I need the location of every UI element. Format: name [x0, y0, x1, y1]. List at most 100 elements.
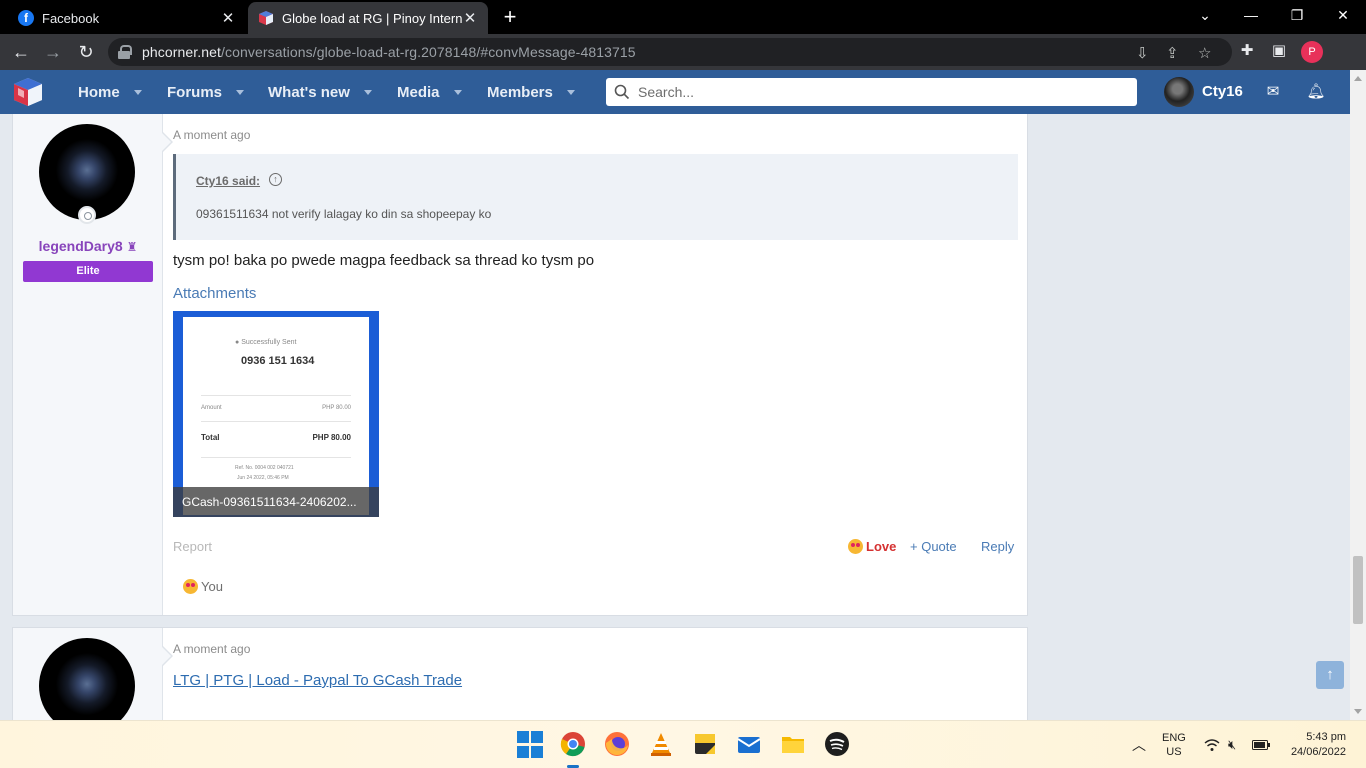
receipt-image: ● Successfully Sent 0936 151 1634 Amount…: [183, 317, 369, 515]
lock-icon[interactable]: [118, 45, 132, 59]
reload-icon[interactable]: ↻: [73, 40, 99, 64]
chevron-down-icon[interactable]: [236, 89, 245, 95]
message-arrow: [162, 132, 173, 152]
windows-start-icon[interactable]: [517, 731, 545, 759]
chrome-icon[interactable]: [560, 731, 588, 759]
browser-tab-strip: f Facebook ✕ Globe load at RG | Pinoy In…: [0, 0, 1366, 34]
scroll-to-top-button[interactable]: ↑: [1316, 661, 1344, 689]
scroll-down-icon[interactable]: [1354, 709, 1362, 714]
message-time[interactable]: A moment ago: [173, 128, 250, 142]
sticky-notes-icon[interactable]: [692, 731, 720, 759]
close-window-button[interactable]: ✕: [1320, 0, 1366, 30]
back-icon[interactable]: ←: [8, 40, 34, 64]
taskbar: ︿ ENG US 🔇︎ 5:43 pm 24/06/2022: [0, 720, 1366, 768]
tab-title: Globe load at RG | Pinoy Internet: [282, 10, 462, 26]
message-user-cell: legendDary8 ♜ Elite: [13, 114, 163, 615]
message-body: tysm po! baka po pwede magpa feedback sa…: [173, 252, 595, 269]
chevron-down-icon[interactable]: [133, 89, 142, 95]
close-tab-icon[interactable]: ✕: [220, 9, 236, 27]
search-input[interactable]: [638, 84, 1137, 100]
new-tab-button[interactable]: +: [498, 6, 522, 30]
receipt-total-value: PHP 80.00: [312, 433, 351, 442]
receipt-amount-label: Amount: [201, 405, 222, 411]
vlc-icon[interactable]: [648, 731, 676, 759]
url-text: phcorner.net/conversations/globe-load-at…: [142, 44, 636, 60]
facebook-icon: f: [18, 10, 34, 26]
message: legendDary8 ♜ Elite A moment ago Cty16 s…: [12, 114, 1028, 616]
phcorner-icon: [258, 10, 274, 26]
tab-search-icon[interactable]: ⌄: [1182, 0, 1228, 30]
reactions-bar[interactable]: You: [183, 579, 223, 594]
thread-link[interactable]: LTG | PTG | Load - Paypal To GCash Trade: [173, 672, 462, 689]
tab-phcorner[interactable]: Globe load at RG | Pinoy Internet ✕: [248, 2, 488, 34]
browser-toolbar: ← → ↻ phcorner.net/conversations/globe-l…: [0, 34, 1366, 70]
quote-author[interactable]: Cty16 said:: [196, 174, 260, 188]
language-indicator[interactable]: ENG US: [1162, 721, 1186, 768]
chevron-down-icon[interactable]: [566, 89, 575, 95]
user-badge: Elite: [23, 261, 153, 282]
message-arrow: [162, 646, 173, 666]
attachment-thumbnail[interactable]: ● Successfully Sent 0936 151 1634 Amount…: [173, 311, 379, 517]
heart-eyes-emoji-icon: [183, 579, 198, 594]
restore-button[interactable]: ❐: [1274, 0, 1320, 30]
wifi-icon[interactable]: [1204, 721, 1220, 768]
receipt-amount-value: PHP 80.00: [322, 405, 351, 411]
scroll-up-icon[interactable]: [1354, 76, 1362, 81]
chevron-down-icon[interactable]: [453, 89, 462, 95]
nav-members[interactable]: Members: [487, 70, 575, 114]
love-reaction-button[interactable]: Love: [848, 539, 896, 554]
envelope-icon[interactable]: ✉: [1263, 82, 1283, 102]
firefox-icon[interactable]: [604, 731, 632, 759]
address-bar[interactable]: phcorner.net/conversations/globe-load-at…: [108, 38, 1232, 66]
scroll-thumb[interactable]: [1353, 556, 1363, 624]
close-tab-icon[interactable]: ✕: [462, 9, 478, 27]
nav-forums[interactable]: Forums: [167, 70, 245, 114]
reply-button[interactable]: Reply: [981, 539, 1014, 554]
username[interactable]: legendDary8 ♜: [13, 238, 163, 254]
report-link[interactable]: Report: [173, 539, 212, 554]
volume-muted-icon[interactable]: 🔇︎: [1228, 721, 1236, 768]
arrow-up-icon[interactable]: ↑: [269, 173, 282, 186]
quote-button[interactable]: + Quote: [910, 539, 957, 554]
phcorner-logo[interactable]: [12, 76, 44, 108]
extensions-icon[interactable]: ✚: [1236, 40, 1258, 62]
spotify-icon[interactable]: [824, 731, 852, 759]
user-avatar[interactable]: [1164, 77, 1194, 107]
message: A moment ago LTG | PTG | Load - Paypal T…: [12, 627, 1028, 734]
user-name[interactable]: Cty16: [1202, 83, 1243, 100]
receipt-total-label: Total: [201, 433, 220, 442]
receipt-number: 0936 151 1634: [241, 355, 315, 367]
show-hidden-icons-chevron-icon[interactable]: ︿: [1132, 721, 1146, 768]
message-time[interactable]: A moment ago: [173, 642, 250, 656]
tab-title: Facebook: [42, 10, 100, 26]
tab-facebook[interactable]: f Facebook ✕: [8, 2, 246, 34]
share-icon[interactable]: ⇪: [1166, 44, 1179, 62]
attachment-filename[interactable]: GCash-09361511634-2406202...: [173, 487, 379, 517]
file-explorer-icon[interactable]: [780, 731, 808, 759]
search-icon: [614, 84, 630, 100]
chevron-down-icon[interactable]: [363, 89, 372, 95]
vertical-scrollbar[interactable]: [1350, 70, 1366, 720]
minimize-button[interactable]: —: [1228, 0, 1274, 30]
heart-eyes-emoji-icon: [848, 539, 863, 554]
quote-text: 09361511634 not verify lalagay ko din sa…: [196, 207, 492, 221]
message-user-cell: [13, 628, 163, 734]
clock[interactable]: 5:43 pm 24/06/2022: [1290, 721, 1346, 768]
bell-icon[interactable]: 🔔︎: [1306, 82, 1326, 102]
attachments-title: Attachments: [173, 285, 257, 302]
user-rank-icon: ♜: [126, 240, 138, 254]
forward-icon[interactable]: →: [40, 40, 66, 64]
bookmark-star-icon[interactable]: ☆: [1198, 44, 1211, 62]
nav-media[interactable]: Media: [397, 70, 462, 114]
nav-home[interactable]: Home: [78, 70, 142, 114]
install-icon[interactable]: ⇩: [1136, 44, 1149, 62]
battery-icon[interactable]: [1252, 721, 1270, 768]
nav-whats-new[interactable]: What's new: [268, 70, 372, 114]
quote-block: Cty16 said: ↑ 09361511634 not verify lal…: [173, 154, 1018, 240]
site-header: Home Forums What's new Media Members Cty…: [0, 70, 1350, 114]
mail-icon[interactable]: [736, 731, 764, 759]
side-panel-icon[interactable]: ▣: [1268, 40, 1290, 62]
profile-avatar[interactable]: P: [1301, 41, 1323, 63]
receipt-status: ● Successfully Sent: [235, 339, 297, 346]
site-search[interactable]: [606, 78, 1137, 106]
